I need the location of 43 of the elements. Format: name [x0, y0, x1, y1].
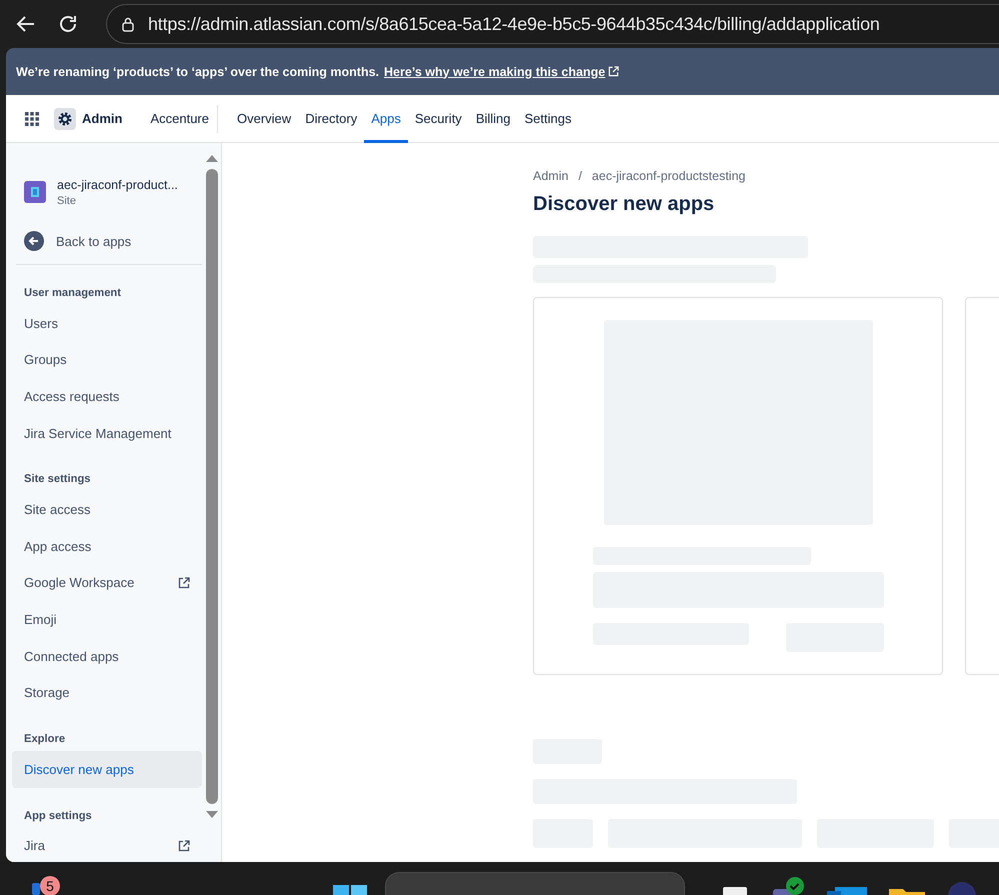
breadcrumb-link[interactable]: aec-jiraconf-productstesting [592, 169, 746, 183]
page-title: Discover new apps [533, 193, 716, 216]
nav-tab[interactable]: Security [408, 94, 469, 142]
back-link[interactable]: Back to apps [24, 231, 202, 251]
sidebar-item[interactable]: App access [12, 528, 202, 565]
sidebar-item[interactable]: Storage [12, 674, 202, 711]
notification-badge: 5 [40, 876, 60, 895]
address-bar[interactable]: https://admin.atlassian.com/s/8a615cea-5a12-4e9e-b5c5-9644b35c434c/billing/addapplication [106, 4, 999, 44]
section-heading: App settings [23, 808, 93, 824]
site-name[interactable]: aec-jiraconf-product... [57, 178, 178, 192]
sidebar-item[interactable]: Jira [12, 828, 202, 862]
banner-link[interactable]: Here’s why we’re making this change [384, 64, 606, 78]
app-grid-icon[interactable] [24, 110, 40, 126]
section-heading: Explore [23, 732, 66, 747]
sidebar-item[interactable]: Connected apps [12, 638, 202, 674]
url-text: https://admin.atlassian.com/s/8a615cea-5a12-4e9e-b5c5-9644b35c434c/billing/addapplication [148, 14, 880, 34]
scroll-up-arrow-icon[interactable] [204, 153, 218, 163]
sidebar-item[interactable]: Site access [12, 491, 202, 528]
banner-text: We’re renaming ‘products’ to ‘apps’ over the coming months. [16, 64, 380, 78]
sidebar-item[interactable]: Emoji [12, 601, 202, 638]
section-heading: User management [23, 286, 122, 301]
sidebar-item[interactable]: Discover new apps [12, 750, 202, 788]
sidebar-item[interactable]: Access requests [12, 378, 202, 415]
breadcrumb-link[interactable]: Admin [533, 169, 568, 183]
sidebar-item[interactable]: Groups [12, 342, 202, 378]
organization-name[interactable]: Accenture [150, 111, 209, 126]
nav-tab[interactable]: Directory [298, 94, 364, 142]
search-field[interactable] [385, 872, 685, 895]
section-heading: Site settings [23, 472, 92, 488]
gear-icon [54, 108, 76, 130]
nav-tab[interactable]: Overview [230, 94, 298, 142]
sidebar-item[interactable]: Jira Service Management [12, 414, 202, 452]
site-logo-icon [24, 181, 46, 203]
sidebar-item[interactable]: Google Workspace [12, 564, 202, 602]
site-type: Site [57, 195, 77, 207]
nav-tab[interactable]: Billing [468, 94, 518, 142]
nav-tab[interactable]: Settings [518, 94, 578, 142]
sidebar-item[interactable]: Users [12, 305, 202, 342]
external-link-icon [608, 66, 620, 77]
product-name[interactable]: Admin [82, 111, 122, 126]
breadcrumb-separator: / [578, 169, 582, 183]
scroll-down-arrow-icon[interactable] [204, 810, 218, 820]
lock-icon [120, 16, 136, 32]
